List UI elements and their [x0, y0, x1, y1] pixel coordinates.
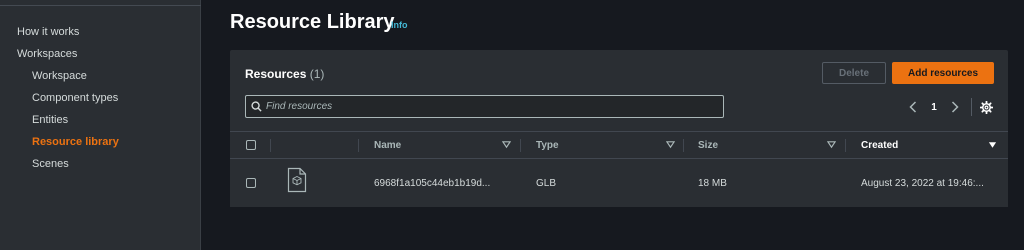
column-header-size[interactable]: Size	[698, 140, 718, 151]
pager-divider	[971, 98, 972, 116]
search-input[interactable]	[266, 101, 723, 112]
column-header-created[interactable]: Created	[861, 140, 898, 151]
column-separator	[520, 139, 521, 152]
sidebar-item-entities[interactable]: Entities	[32, 114, 68, 126]
sort-down-icon[interactable]	[988, 141, 997, 149]
sidebar-item-workspaces[interactable]: Workspaces	[17, 48, 77, 60]
page-title: Resource Library	[230, 11, 395, 33]
search-box[interactable]	[245, 95, 724, 118]
resource-name[interactable]: 6968f1a105c44eb1b19d...	[374, 178, 490, 189]
sidebar-divider	[0, 5, 201, 6]
resource-created: August 23, 2022 at 19:46:...	[861, 178, 984, 189]
sort-down-icon[interactable]	[502, 140, 511, 149]
column-separator	[683, 139, 684, 152]
select-all-checkbox[interactable]	[246, 140, 256, 150]
row-checkbox[interactable]	[246, 178, 256, 188]
column-separator	[270, 139, 271, 152]
table-header: Name Type Size Created	[230, 131, 1008, 159]
preferences-button[interactable]	[978, 98, 994, 116]
column-header-name[interactable]: Name	[374, 140, 401, 151]
resource-size: 18 MB	[698, 178, 727, 189]
main-content: Resource Library Info Resources (1) Dele…	[201, 0, 1024, 250]
sort-down-icon[interactable]	[666, 140, 675, 149]
table-row[interactable]: 6968f1a105c44eb1b19d... GLB 18 MB August…	[230, 160, 1008, 207]
sidebar-item-workspace[interactable]: Workspace	[32, 70, 87, 82]
sidebar-item-how-it-works[interactable]: How it works	[17, 26, 79, 38]
panel-title-text: Resources	[245, 67, 307, 81]
resource-type: GLB	[536, 178, 557, 189]
column-header-type[interactable]: Type	[536, 140, 559, 151]
gear-icon	[979, 100, 993, 114]
sidebar: How it works Workspaces Workspace Compon…	[0, 0, 201, 250]
delete-button[interactable]: Delete	[822, 62, 886, 84]
sidebar-item-component-types[interactable]: Component types	[32, 92, 118, 104]
add-resources-button[interactable]: Add resources	[892, 62, 994, 84]
chevron-right-icon	[951, 101, 959, 113]
chevron-left-icon	[909, 101, 917, 113]
column-separator	[358, 139, 359, 152]
panel-title: Resources (1)	[245, 67, 324, 81]
column-separator	[845, 139, 846, 152]
sidebar-item-scenes[interactable]: Scenes	[32, 158, 69, 170]
resource-count: (1)	[309, 67, 325, 81]
sidebar-item-resource-library[interactable]: Resource library	[32, 136, 119, 148]
current-page-number[interactable]: 1	[926, 98, 942, 116]
resources-panel: Resources (1) Delete Add resources 1	[230, 50, 1008, 207]
file-3d-icon	[287, 167, 307, 193]
sort-down-icon[interactable]	[827, 140, 836, 149]
info-link[interactable]: Info	[391, 20, 408, 30]
prev-page-button[interactable]	[906, 98, 920, 116]
next-page-button[interactable]	[948, 98, 962, 116]
search-icon	[246, 101, 266, 112]
